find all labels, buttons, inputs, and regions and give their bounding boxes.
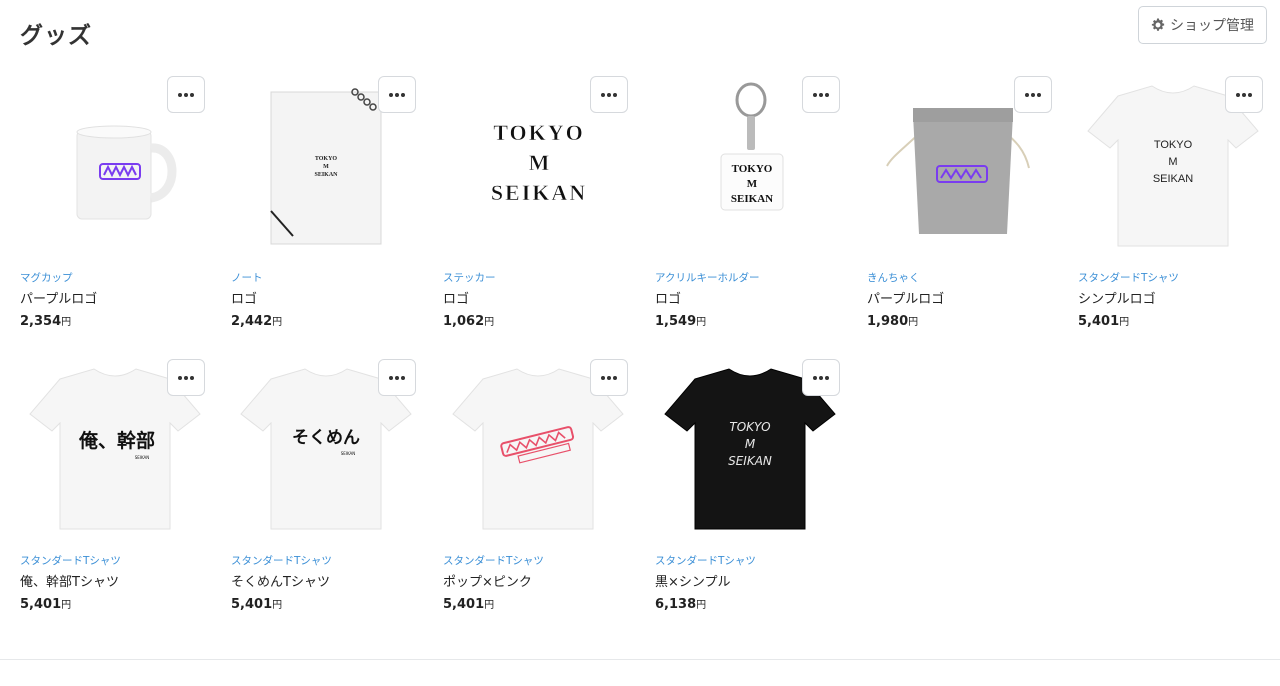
product-category[interactable]: アクリルキーホルダー: [655, 270, 759, 285]
product-category[interactable]: きんちゃく: [867, 270, 920, 285]
keyholder-print-line: TOKYO: [732, 163, 773, 175]
product-category[interactable]: ノート: [231, 270, 263, 285]
more-options-button[interactable]: [378, 359, 416, 396]
more-icon: [601, 92, 617, 97]
shop-manage-button[interactable]: ショップ管理: [1138, 6, 1267, 44]
product-price: 2,354円: [20, 314, 72, 329]
product-price: 2,442円: [231, 314, 283, 329]
section-divider: [0, 659, 1280, 660]
more-options-button[interactable]: [802, 76, 840, 113]
product-price: 1,980円: [867, 314, 919, 329]
product-card[interactable]: スタンダードTシャツ ポップ×ピンク 5,401円: [443, 359, 633, 629]
more-options-button[interactable]: [167, 76, 205, 113]
product-price: 1,549円: [655, 314, 707, 329]
notebook-print-line: M: [323, 164, 329, 170]
more-icon: [1236, 92, 1252, 97]
product-price: 5,401円: [20, 597, 72, 612]
tee-print-small: SEIKAN: [135, 455, 150, 460]
more-options-button[interactable]: [1014, 76, 1052, 113]
product-category[interactable]: ステッカー: [443, 270, 496, 285]
more-options-button[interactable]: [378, 76, 416, 113]
keyholder-print-line: SEIKAN: [731, 193, 773, 205]
product-name[interactable]: ロゴ: [443, 288, 469, 307]
gear-icon: [1151, 18, 1165, 31]
product-card[interactable]: TOKYO M SEIKAN ステッカー ロゴ 1,062円: [443, 76, 633, 346]
more-icon: [601, 375, 617, 380]
product-name[interactable]: パープルロゴ: [867, 288, 944, 307]
product-name[interactable]: ロゴ: [655, 288, 681, 307]
more-options-button[interactable]: [167, 359, 205, 396]
more-options-button[interactable]: [590, 359, 628, 396]
notebook-print-line: SEIKAN: [314, 172, 338, 178]
page-title: グッズ: [20, 23, 92, 49]
product-name[interactable]: パープルロゴ: [20, 288, 97, 307]
more-options-button[interactable]: [590, 76, 628, 113]
product-price: 5,401円: [231, 597, 283, 612]
product-card[interactable]: マグカップ パープルロゴ 2,354円: [20, 76, 210, 346]
shop-manage-label: ショップ管理: [1170, 18, 1254, 34]
product-category[interactable]: マグカップ: [20, 270, 73, 285]
sticker-print-line: TOKYO: [493, 120, 585, 145]
more-options-button[interactable]: [1225, 76, 1263, 113]
more-icon: [178, 92, 194, 97]
tee-print-line: TOKYO: [1154, 139, 1193, 151]
more-icon: [813, 92, 829, 97]
tee-print-line: SEIKAN: [728, 454, 772, 468]
more-icon: [389, 92, 405, 97]
product-category[interactable]: スタンダードTシャツ: [231, 553, 332, 568]
product-price: 5,401円: [1078, 314, 1130, 329]
product-card[interactable]: きんちゃく パープルロゴ 1,980円: [867, 76, 1057, 346]
tee-print-main: 俺、幹部: [78, 429, 155, 452]
product-category[interactable]: スタンダードTシャツ: [655, 553, 756, 568]
tee-print-small: SEIKAN: [341, 451, 356, 456]
product-name[interactable]: ロゴ: [231, 288, 257, 307]
product-category[interactable]: スタンダードTシャツ: [20, 553, 121, 568]
product-price: 5,401円: [443, 597, 495, 612]
more-icon: [389, 375, 405, 380]
tee-print-line: TOKYO: [729, 420, 770, 434]
product-card[interactable]: TOKYO M SEIKAN アクリルキーホルダー ロゴ 1,549円: [655, 76, 845, 346]
product-name[interactable]: シンプルロゴ: [1078, 288, 1156, 307]
more-options-button[interactable]: [802, 359, 840, 396]
product-name[interactable]: ポップ×ピンク: [443, 571, 532, 590]
notebook-print-line: TOKYO: [315, 156, 338, 162]
product-category[interactable]: スタンダードTシャツ: [1078, 270, 1179, 285]
keyholder-print-line: M: [747, 178, 758, 190]
product-name[interactable]: そくめんTシャツ: [231, 571, 330, 590]
more-icon: [1025, 92, 1041, 97]
product-card[interactable]: TOKYO M SEIKAN スタンダードTシャツ 黒×シンプル 6,138円: [655, 359, 845, 629]
product-name[interactable]: 黒×シンプル: [655, 571, 731, 590]
tee-print-main: そくめん: [292, 428, 360, 448]
sticker-print-line: M: [529, 150, 550, 175]
product-price: 6,138円: [655, 597, 707, 612]
more-icon: [813, 375, 829, 380]
more-icon: [178, 375, 194, 380]
product-card[interactable]: TOKYO M SEIKAN スタンダードTシャツ シンプルロゴ 5,401円: [1078, 76, 1268, 346]
product-name[interactable]: 俺、幹部Tシャツ: [20, 571, 119, 590]
product-card[interactable]: 俺、幹部 SEIKAN スタンダードTシャツ 俺、幹部Tシャツ 5,401円: [20, 359, 210, 629]
product-card[interactable]: TOKYO M SEIKAN ノート ロゴ 2,442円: [231, 76, 421, 346]
sticker-print-line: SEIKAN: [491, 180, 587, 205]
tee-print-line: M: [1168, 156, 1177, 168]
tee-print-line: M: [745, 437, 756, 451]
tee-print-line: SEIKAN: [1153, 173, 1193, 185]
product-price: 1,062円: [443, 314, 495, 329]
product-category[interactable]: スタンダードTシャツ: [443, 553, 544, 568]
product-card[interactable]: そくめん SEIKAN スタンダードTシャツ そくめんTシャツ 5,401円: [231, 359, 421, 629]
